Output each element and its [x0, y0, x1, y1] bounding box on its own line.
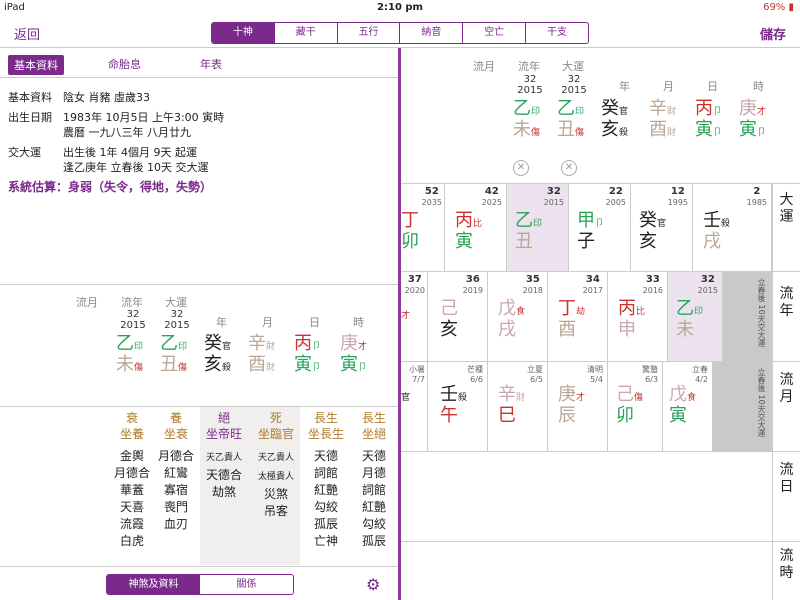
right-pillars-summary: 流月 流年 大運 年 月 日 時 32 2015 32 2015 乙印 未傷 乙印 丑傷… [401, 48, 800, 184]
liunian-cell[interactable]: 34 2017 丁劫酉 [548, 272, 608, 361]
pillar-dayun[interactable]: 乙印 丑傷 [160, 333, 187, 375]
liuyue-row: 小暑 7/7 官 芒種 6/6 壬殺午 立夏 6/5 辛財巳 清明 5/4 庚才辰 驚蟄 6/3 己… [401, 362, 800, 452]
segment-nayin[interactable]: 納音 [399, 23, 462, 43]
battery-indicator: 69% ▮ [763, 2, 794, 13]
close-dayun-icon[interactable]: ✕ [561, 160, 577, 176]
header-hour: 時 [353, 316, 364, 329]
dayun-cell[interactable]: 12 1995 癸官亥 [631, 184, 693, 271]
side-label-liuyue: 流月 [772, 362, 800, 452]
liuyue-cell[interactable]: 清明 5/4 庚才辰 [548, 362, 608, 451]
rpillar-dayun[interactable]: 乙印 丑傷 [557, 98, 584, 140]
dayun-row: 52 2035 丁卯 42 2025 丙比寅 32 2015 乙印丑 22 2005 甲卩子 1… [401, 184, 800, 272]
pillar-hour[interactable]: 庚才 寅卩 [340, 333, 367, 375]
segment-shishen[interactable]: 十神 [212, 23, 274, 43]
left-tabs: 基本資料 命胎息 年表 [0, 48, 398, 78]
liunian-cell[interactable]: 35 2018 戊食戌 [488, 272, 548, 361]
separator [0, 284, 398, 285]
tab-timeline[interactable]: 年表 [200, 56, 222, 72]
header-month: 月 [262, 316, 273, 329]
liuyue-cell[interactable]: 驚蟄 6/3 己傷卯 [608, 362, 663, 451]
dayun-age: 32 2015 [164, 309, 190, 331]
birth-line2: 農曆 一九八三年 八月廿九 [63, 126, 191, 139]
rpillar-year[interactable]: 癸官 亥殺 [601, 98, 628, 140]
segment-kongwang[interactable]: 空亡 [462, 23, 525, 43]
birth-label: 出生日期 [8, 111, 52, 124]
segment-wuxing[interactable]: 五行 [336, 23, 400, 43]
liunian-cell[interactable]: 33 2016 丙比申 [608, 272, 668, 361]
segment-ganzhi[interactable]: 干支 [525, 23, 588, 43]
liushi-row: 流時 [401, 542, 800, 600]
clock: 2:10 pm [377, 2, 423, 13]
tab-minh-tai[interactable]: 命胎息 [108, 56, 141, 72]
luck-line2: 逢乙庚年 立春後 10天 交大運 [63, 161, 209, 174]
stars-col-month: 天乙貴人 太極貴人 災煞 吊客 [257, 453, 294, 518]
save-button[interactable]: 儲存 [760, 24, 786, 43]
liuri-row: 流日 [401, 452, 800, 542]
side-label-liuri: 流日 [772, 452, 800, 542]
separator [0, 406, 398, 407]
dayun-cell[interactable]: 52 2035 丁卯 [401, 184, 445, 271]
dayun-cell-selected[interactable]: 32 2015 乙印丑 [507, 184, 569, 271]
header-year: 年 [216, 316, 227, 329]
rpillar-month[interactable]: 辛財 酉財 [649, 98, 676, 140]
side-label-liunian: 流年 [772, 272, 800, 362]
dayun-cell[interactable]: 42 2025 丙比寅 [445, 184, 507, 271]
liuyue-cell[interactable]: 立夏 6/5 辛財巳 [488, 362, 548, 451]
liuyue-cell[interactable]: 芒種 6/6 壬殺午 [428, 362, 488, 451]
nav-bar: 返回 十神 藏干 五行 納音 空亡 干支 儲存 [0, 16, 800, 48]
back-button[interactable]: 返回 [14, 24, 40, 43]
mode-segmented-control: 十神 藏干 五行 納音 空亡 干支 [211, 22, 589, 44]
header-liunian: 流年 [121, 296, 143, 309]
liunian-cell-selected[interactable]: 32 2015 乙印未 [668, 272, 723, 361]
liunian-note-cell: 立春後 10天交大運 [723, 272, 772, 361]
basic-label: 基本資料 [8, 91, 52, 104]
rpillar-liunian[interactable]: 乙印 未傷 [513, 98, 540, 140]
side-label-dayun: 大運 [772, 184, 800, 272]
rpillar-hour[interactable]: 庚才 寅卩 [739, 98, 766, 140]
header-liuyue: 流月 [76, 296, 98, 309]
liunian-row: 37 2020 才 36 2019 己亥 35 2018 戊食戌 34 2017 丁劫酉 33 2… [401, 272, 800, 362]
rpillar-day[interactable]: 丙卩 寅卩 [695, 98, 722, 140]
luck-line1: 出生後 1年 4個月 9天 起運 [63, 146, 197, 159]
liuyue-cell[interactable]: 小暑 7/7 官 [401, 362, 428, 451]
luck-label: 交大運 [8, 146, 41, 159]
close-liunian-icon[interactable]: ✕ [513, 160, 529, 176]
liunian-age: 32 2015 [120, 309, 146, 331]
tab-basic-info[interactable]: 基本資料 [8, 55, 64, 75]
liuyue-note-cell: 立春後 10天交大運 [713, 362, 772, 451]
pillar-liunian[interactable]: 乙印 未傷 [116, 333, 143, 375]
stars-col-year: 天乙貴人 天德合 劫煞 [205, 453, 242, 499]
header-dayun: 大運 [165, 296, 187, 309]
liunian-cell[interactable]: 36 2019 己亥 [428, 272, 488, 361]
liunian-cell[interactable]: 37 2020 才 [401, 272, 428, 361]
tab-relations[interactable]: 關係 [200, 575, 293, 594]
segment-canggan[interactable]: 藏干 [273, 23, 337, 43]
stars-col-dayun: 月德合 紅鸞 寡宿 喪門 血刃 [157, 449, 194, 531]
status-bar: iPad 2:10 pm 69% ▮ [0, 0, 800, 16]
header-day: 日 [309, 316, 320, 329]
basic-value: 陰女 肖豬 虛歲33 [63, 91, 150, 104]
pillar-year[interactable]: 癸官 亥殺 [204, 333, 231, 375]
pillar-month[interactable]: 辛財 酉財 [248, 333, 275, 375]
tab-stars-data[interactable]: 神煞及資料 [107, 575, 200, 594]
pillar-day[interactable]: 丙卩 寅卩 [294, 333, 321, 375]
side-label-liushi: 流時 [772, 542, 800, 600]
stars-col-liunian: 金輿 月德合 華蓋 天喜 流霞 白虎 [113, 449, 150, 548]
stars-col-hour: 天德 月德 詞館 紅艷 勾絞 孤辰 [361, 449, 386, 548]
liuyue-cell[interactable]: 立春 4/2 戊食寅 [663, 362, 713, 451]
stars-col-day: 天德 詞館 紅艷 勾絞 孤辰 亡神 [313, 449, 338, 548]
dayun-cell[interactable]: 2 1985 壬殺戌 [693, 184, 772, 271]
bottom-segmented-control: 神煞及資料 關係 [106, 574, 294, 595]
birth-line1: 1983年 10月5日 上午3:00 寅時 [63, 111, 225, 124]
basic-info-panel: 基本資料 陰女 肖豬 虛歲33 出生日期 1983年 10月5日 上午3:00 寅時… [8, 90, 393, 195]
bottom-toolbar: 神煞及資料 關係 ⚙ [0, 566, 398, 600]
system-estimate: 系統估算：身弱（失令，得地，失勢） [8, 180, 213, 194]
gear-icon[interactable]: ⚙ [366, 575, 380, 594]
dayun-cell[interactable]: 22 2005 甲卩子 [569, 184, 631, 271]
